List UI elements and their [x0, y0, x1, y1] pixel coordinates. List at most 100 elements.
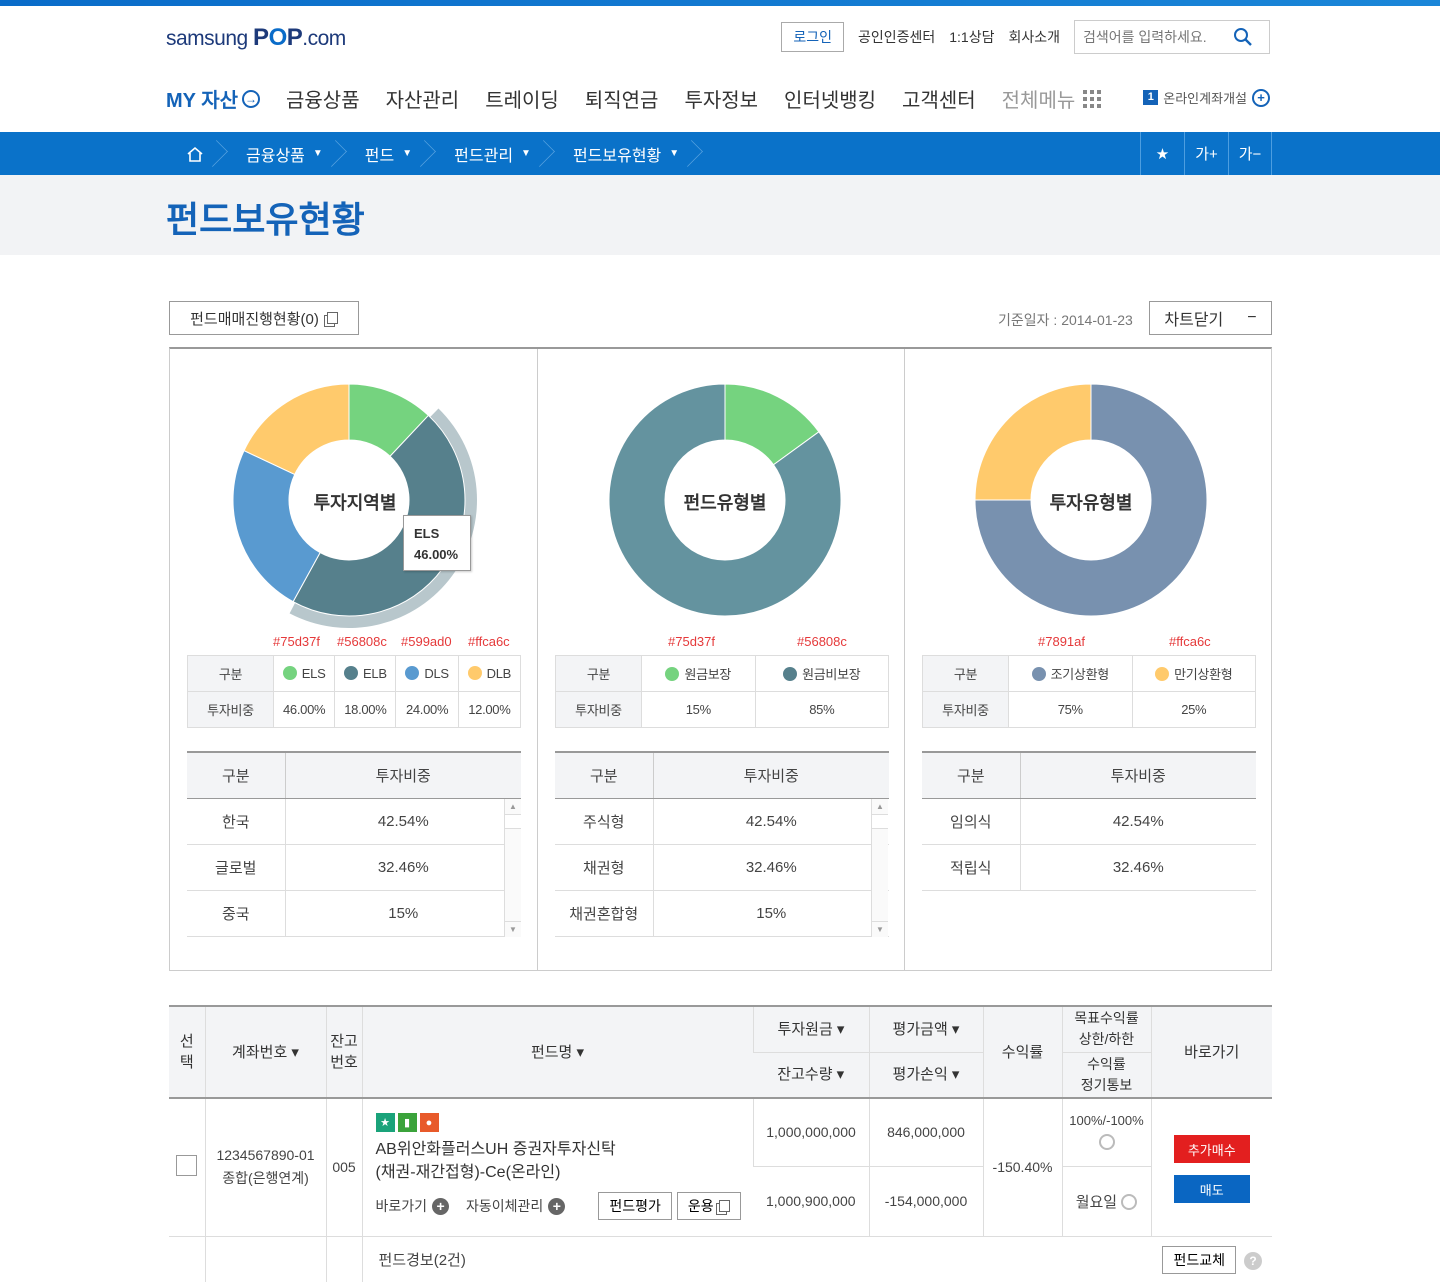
page-tools: ★ 가+ 가− [1140, 132, 1272, 175]
consult-link[interactable]: 1:1상담 [949, 27, 994, 47]
operation-button[interactable]: 운용 [676, 1192, 741, 1220]
ratio-table: 구분 투자비중 주식형 42.54% 채권형 32.46% 채권혼합형 15% [555, 751, 889, 937]
breadcrumb-item[interactable]: 펀드보유현황 ▼ [553, 132, 701, 175]
sell-button[interactable]: 매도 [1173, 1175, 1250, 1204]
legend-value: 75% [1008, 691, 1133, 728]
fund-alert-text[interactable]: 펀드경보(2건) [379, 1252, 466, 1269]
search-box [1074, 20, 1270, 54]
table-row: 적립식 32.46% [922, 844, 1256, 891]
legend-value: 15% [641, 691, 756, 728]
legend-value: 46.00% [272, 691, 336, 728]
color-code-label: #7891af [1038, 634, 1085, 649]
gnb-all-menu[interactable]: 전체메뉴 [1002, 84, 1102, 113]
utility-menu: 로그인 공인인증센터 1:1상담 회사소개 [781, 20, 1270, 54]
fund-name[interactable]: AB위안화플러스UH 증권자투자신탁 (채권-재간접형)-Ce(온라인) [376, 1138, 753, 1184]
row-header: 투자비중 [555, 691, 642, 728]
search-input[interactable] [1083, 29, 1233, 45]
scroll-down-icon[interactable]: ▼ [505, 921, 521, 937]
fund-swap-button[interactable]: 펀드교체 [1162, 1245, 1236, 1274]
scroll-down-icon[interactable]: ▼ [872, 921, 888, 937]
caret-down-icon: ▼ [669, 148, 680, 159]
donut-slice[interactable] [974, 383, 1092, 501]
gnb-item[interactable]: 퇴직연금 [585, 84, 659, 113]
breadcrumb-item[interactable]: 펀드관리 ▼ [434, 132, 553, 175]
table-row: 채권형 32.46% [555, 844, 889, 891]
breadcrumb-item[interactable]: 금융상품 ▼ [226, 132, 345, 175]
font-size-up-button[interactable]: 가+ [1184, 132, 1228, 175]
gnb-my-assets[interactable]: MY 자산 → [166, 84, 260, 113]
color-code-label: #ffca6c [468, 634, 510, 649]
account-header[interactable]: 계좌번호 ▾ [204, 1005, 326, 1099]
breadcrumb: 금융상품 ▼ 펀드 ▼ 펀드관리 ▼ 펀드보유현황 ▼ [166, 132, 701, 175]
select-cell [169, 1098, 205, 1237]
scroll-up-icon[interactable]: ▲ [505, 799, 521, 815]
gnb-item[interactable]: 투자정보 [684, 84, 758, 113]
eval-amount-header[interactable]: 평가금액 ▾ [868, 1005, 983, 1053]
gnb-item[interactable]: 트레이딩 [485, 84, 559, 113]
row-checkbox[interactable] [176, 1155, 198, 1177]
color-code-label: #ffca6c [1169, 634, 1211, 649]
site-logo[interactable]: samsung POP.com [166, 24, 346, 52]
fund-name-header[interactable]: 펀드명 ▾ [361, 1005, 753, 1099]
legend-table: 구분 원금보장 원금비보장 투자비중 15% 85% [555, 655, 890, 728]
row-header: 구분 [922, 655, 1009, 692]
home-crumb[interactable] [166, 132, 226, 175]
gnb-item[interactable]: 고객센터 [902, 84, 976, 113]
goto-header: 바로가기 [1150, 1005, 1272, 1099]
font-size-down-button[interactable]: 가− [1228, 132, 1272, 175]
open-account-link[interactable]: 1 온라인계좌개설 + [1143, 88, 1270, 107]
gnb-item[interactable]: 자산관리 [386, 84, 460, 113]
fund-eval-button[interactable]: 펀드평가 [598, 1192, 672, 1220]
base-date: 기준일자 : 2014-01-23 [998, 312, 1133, 328]
fund-alert-row: 펀드경보(2건) 펀드교체 ? [361, 1236, 1272, 1282]
gear-icon[interactable] [1098, 1134, 1115, 1151]
color-code-label: #75d37f [273, 634, 320, 649]
scroll-up-icon[interactable]: ▲ [872, 799, 888, 815]
col-header: 구분 [922, 751, 1021, 799]
legend-table: 구분 조기상환형 만기상환형 투자비중 75% 25% [922, 655, 1256, 728]
row-header: 투자비중 [187, 691, 274, 728]
page-title: 펀드보유현황 [166, 199, 365, 240]
fund-cell: ★ ▮ ● AB위안화플러스UH 증권자투자신탁 (채권-재간접형)-Ce(온라인… [361, 1098, 753, 1237]
cert-center-link[interactable]: 공인인증센터 [858, 27, 935, 47]
plus-circle-icon[interactable]: + [432, 1197, 450, 1215]
breadcrumb-item[interactable]: 펀드 ▼ [345, 132, 434, 175]
gnb-item[interactable]: 인터넷뱅킹 [784, 84, 876, 113]
scrollbar[interactable]: ▲ ▼ [504, 799, 521, 937]
legend-value: 25% [1131, 691, 1256, 728]
yield-notice-header: 수익률 정기통보 [1061, 1052, 1151, 1099]
donut-center-label: 펀드유형별 [683, 493, 767, 513]
gear-icon[interactable] [1121, 1193, 1138, 1210]
legend-table: 구분 ELS ELB DLS DLB 투자비중 46.00% 18.00% 24… [187, 655, 522, 728]
select-header: 선 택 [169, 1005, 205, 1099]
title-bar: 펀드보유현황 [0, 175, 1440, 255]
help-icon[interactable]: ? [1244, 1251, 1262, 1270]
chart-close-button[interactable]: 차트닫기 − [1149, 301, 1272, 335]
popup-icon [718, 1200, 730, 1212]
gnb-item[interactable]: 금융상품 [286, 84, 360, 113]
home-icon [187, 146, 203, 162]
ratio-table: 구분 투자비중 임의식 42.54% 적립식 32.46% [922, 751, 1256, 891]
arrow-right-icon: → [242, 89, 260, 108]
favorite-star-icon[interactable]: ★ [1140, 132, 1184, 175]
col-header: 투자비중 [1020, 751, 1256, 799]
scrollbar[interactable]: ▲ ▼ [871, 799, 888, 937]
account-number-badge: 1 [1143, 90, 1159, 105]
principal-header[interactable]: 투자원금 ▾ [752, 1005, 869, 1053]
buy-more-button[interactable]: 추가매수 [1173, 1135, 1250, 1164]
fund-trade-status-button[interactable]: 펀드매매진행현황(0) [169, 301, 359, 335]
top-accent-bar [0, 0, 1440, 6]
legend-value: 24.00% [395, 691, 459, 728]
login-button[interactable]: 로그인 [781, 22, 844, 52]
goto-link[interactable]: 바로가기 [376, 1196, 428, 1216]
eval-pl-header[interactable]: 평가손익 ▾ [868, 1052, 983, 1099]
minus-icon: − [1247, 309, 1257, 326]
legend-entry: 원금보장 [641, 655, 756, 692]
search-icon[interactable] [1233, 27, 1253, 47]
location-bar: 금융상품 ▼ 펀드 ▼ 펀드관리 ▼ 펀드보유현황 ▼ ★ 가+ 가− [0, 132, 1440, 175]
about-link[interactable]: 회사소개 [1008, 27, 1060, 47]
table-row: 글로벌 32.46% [187, 844, 521, 891]
auto-transfer-link[interactable]: 자동이체관리 [466, 1196, 543, 1216]
plus-circle-icon[interactable]: + [548, 1197, 566, 1215]
qty-header[interactable]: 잔고수량 ▾ [753, 1052, 869, 1099]
